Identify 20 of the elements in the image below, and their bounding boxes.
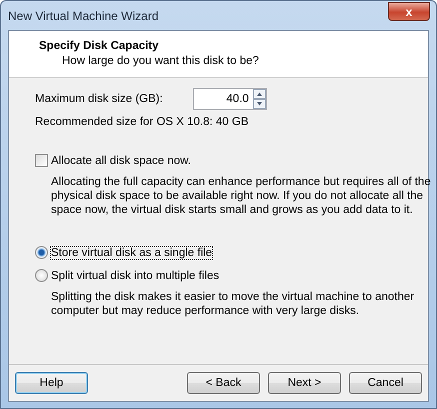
window-title: New Virtual Machine Wizard	[8, 8, 158, 22]
allocate-label[interactable]: Allocate all disk space now.	[51, 154, 191, 166]
radio-button[interactable]	[35, 246, 48, 259]
dialog-button[interactable]: < Back	[187, 372, 260, 394]
disk-size-spinner[interactable]: 40.0	[192, 88, 267, 110]
option-description: Splitting the disk makes it easier to move the virtual machine to another computer but may reduce performance with very large disks.	[51, 290, 416, 318]
dialog-button[interactable]: Cancel	[349, 372, 422, 394]
allocate-checkbox[interactable]	[35, 154, 48, 167]
radio-button[interactable]	[35, 269, 48, 282]
radio-label[interactable]: Store virtual disk as a single file	[51, 246, 212, 258]
recommended-size-text: Recommended size for OS X 10.8: 40 GB	[35, 116, 250, 128]
disk-size-label: Maximum disk size (GB):	[35, 93, 163, 105]
radio-label[interactable]: Split virtual disk into multiple files	[51, 270, 220, 282]
page-title: Specify Disk Capacity	[39, 40, 160, 52]
dialog-button[interactable]: Help	[15, 372, 88, 394]
spin-arrows-icon	[252, 89, 266, 109]
page-subtitle: How large do you want this disk to be?	[61, 55, 260, 67]
allocate-description: Allocating the full capacity can enhance performance but requires all of the physical disk space to be available right now. If you do not allocate all the space now, the virtual disk starts small and grows as you add data to it.	[51, 175, 432, 217]
close-button[interactable]: x	[388, 2, 430, 21]
dialog-button[interactable]: Next >	[268, 372, 341, 394]
